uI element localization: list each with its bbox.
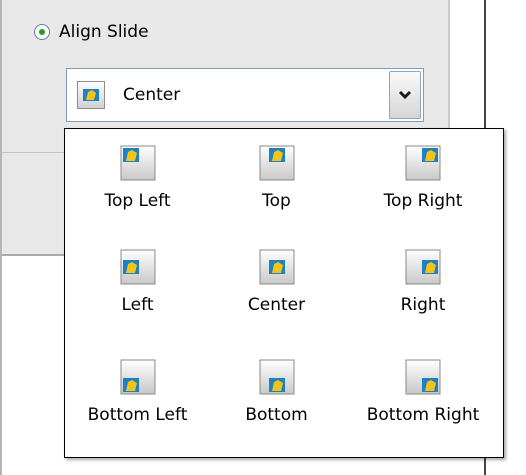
align-slide-option[interactable]: Align Slide bbox=[34, 18, 149, 46]
align-right-icon bbox=[405, 249, 441, 285]
align-top-right-icon bbox=[405, 145, 441, 181]
align-left-icon bbox=[120, 249, 155, 285]
align-bottom-icon bbox=[259, 359, 294, 395]
option-label: Top Right bbox=[383, 191, 463, 211]
option-label: Right bbox=[400, 295, 446, 315]
align-bottom-left-icon bbox=[120, 359, 155, 395]
option-top-left[interactable]: Top Left bbox=[65, 129, 210, 233]
alignment-grid: Top Left Top Top Right Left Center Right Botto… bbox=[65, 129, 505, 459]
left-border bbox=[0, 0, 2, 475]
slide-align-center-icon bbox=[77, 81, 105, 109]
align-top-icon bbox=[259, 145, 294, 181]
dropdown-toggle-button[interactable] bbox=[389, 71, 421, 119]
option-left[interactable]: Left bbox=[65, 233, 210, 343]
radio-selected-dot bbox=[39, 29, 45, 35]
align-slide-label: Align Slide bbox=[59, 22, 149, 42]
option-bottom[interactable]: Bottom bbox=[210, 343, 343, 453]
dropdown-value: Center bbox=[123, 85, 181, 105]
option-right[interactable]: Right bbox=[343, 233, 503, 343]
option-top-right[interactable]: Top Right bbox=[343, 129, 503, 233]
option-bottom-left[interactable]: Bottom Left bbox=[65, 343, 210, 453]
align-top-left-icon bbox=[120, 145, 155, 181]
option-center[interactable]: Center bbox=[210, 233, 343, 343]
option-label: Left bbox=[121, 295, 154, 315]
option-bottom-right[interactable]: Bottom Right bbox=[343, 343, 503, 453]
align-bottom-right-icon bbox=[405, 359, 441, 395]
option-label: Top Left bbox=[104, 191, 171, 211]
alignment-dropdown[interactable]: Center bbox=[66, 68, 424, 122]
align-slide-radio[interactable] bbox=[34, 24, 50, 40]
option-label: Bottom Left bbox=[87, 405, 188, 425]
alignment-options-popup: Top Left Top Top Right Left Center Right Botto… bbox=[64, 128, 504, 458]
option-label: Bottom Right bbox=[366, 405, 480, 425]
option-label: Top bbox=[262, 191, 291, 211]
option-label: Bottom bbox=[245, 405, 308, 425]
option-top[interactable]: Top bbox=[210, 129, 343, 233]
option-label: Center bbox=[247, 295, 306, 315]
align-center-icon bbox=[259, 249, 294, 285]
chevron-down-icon bbox=[398, 90, 412, 100]
